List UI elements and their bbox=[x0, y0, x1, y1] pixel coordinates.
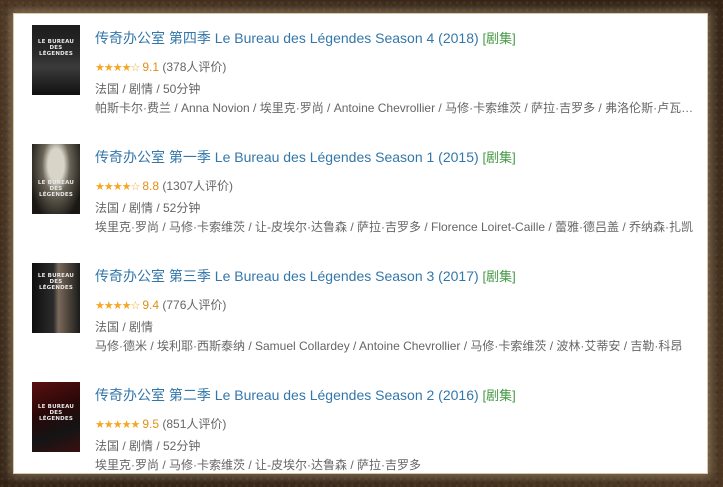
rating-row: ★★★★☆ 9.1 (378人评价) bbox=[95, 58, 226, 75]
poster-image[interactable]: LE BUREAU DES LÉGENDES bbox=[32, 382, 80, 452]
episode-link[interactable]: [剧集] bbox=[483, 150, 516, 165]
rating-score: 9.1 bbox=[142, 60, 159, 74]
list-item: LE BUREAU DES LÉGENDES 传奇办公室 第二季 Le Bure… bbox=[14, 371, 707, 473]
list-item: LE BUREAU DES LÉGENDES 传奇办公室 第一季 Le Bure… bbox=[14, 133, 707, 245]
title-link[interactable]: 传奇办公室 第三季 Le Bureau des Légendes Season … bbox=[95, 268, 479, 284]
poster-title: LE BUREAU DES LÉGENDES bbox=[37, 273, 75, 291]
search-results-panel: LE BUREAU DES LÉGENDES 传奇办公室 第四季 Le Bure… bbox=[14, 14, 707, 473]
rating-count: (851人评价) bbox=[162, 417, 227, 431]
title-link[interactable]: 传奇办公室 第四季 Le Bureau des Légendes Season … bbox=[95, 30, 479, 46]
poster-image[interactable]: LE BUREAU DES LÉGENDES bbox=[32, 144, 80, 214]
rating-score: 9.5 bbox=[142, 417, 159, 431]
cast-list: 埃里克·罗尚 / 马修·卡索维茨 / 让-皮埃尔·达鲁森 / 萨拉·吉罗多 bbox=[95, 458, 421, 472]
rating-row: ★★★★☆ 8.8 (1307人评价) bbox=[95, 177, 233, 194]
title-link[interactable]: 传奇办公室 第二季 Le Bureau des Légendes Season … bbox=[95, 387, 479, 403]
episode-link[interactable]: [剧集] bbox=[483, 269, 516, 284]
rating-count: (378人评价) bbox=[162, 60, 227, 74]
episode-link[interactable]: [剧集] bbox=[483, 388, 516, 403]
rating-row: ★★★★☆ 9.4 (776人评价) bbox=[95, 296, 226, 313]
wood-frame: LE BUREAU DES LÉGENDES 传奇办公室 第四季 Le Bure… bbox=[0, 0, 723, 487]
meta-info: 法国 / 剧情 / 52分钟 bbox=[95, 201, 201, 215]
rating-score: 8.8 bbox=[142, 179, 159, 193]
title-row: 传奇办公室 第一季 Le Bureau des Légendes Season … bbox=[95, 147, 516, 167]
cast-list: 马修·德米 / 埃利耶·西斯泰纳 / Samuel Collardey / An… bbox=[95, 339, 683, 353]
title-row: 传奇办公室 第三季 Le Bureau des Légendes Season … bbox=[95, 266, 516, 286]
rating-row: ★★★★★ 9.5 (851人评价) bbox=[95, 415, 226, 432]
poster-title: LE BUREAU DES LÉGENDES bbox=[37, 39, 75, 57]
star-rating-icon: ★★★★☆ bbox=[95, 62, 140, 74]
episode-link[interactable]: [剧集] bbox=[483, 31, 516, 46]
star-rating-icon: ★★★★☆ bbox=[95, 181, 140, 193]
poster-title: LE BUREAU DES LÉGENDES bbox=[37, 180, 75, 198]
star-rating-icon: ★★★★☆ bbox=[95, 300, 140, 312]
rating-count: (776人评价) bbox=[162, 298, 227, 312]
rating-count: (1307人评价) bbox=[162, 179, 234, 193]
rating-score: 9.4 bbox=[142, 298, 159, 312]
title-row: 传奇办公室 第四季 Le Bureau des Légendes Season … bbox=[95, 28, 516, 48]
poster-image[interactable]: LE BUREAU DES LÉGENDES bbox=[32, 263, 80, 333]
list-item: LE BUREAU DES LÉGENDES 传奇办公室 第四季 Le Bure… bbox=[14, 14, 707, 126]
title-link[interactable]: 传奇办公室 第一季 Le Bureau des Légendes Season … bbox=[95, 149, 479, 165]
title-row: 传奇办公室 第二季 Le Bureau des Légendes Season … bbox=[95, 385, 516, 405]
meta-info: 法国 / 剧情 / 50分钟 bbox=[95, 82, 201, 96]
poster-image[interactable]: LE BUREAU DES LÉGENDES bbox=[32, 25, 80, 95]
cast-list: 埃里克·罗尚 / 马修·卡索维茨 / 让-皮埃尔·达鲁森 / 萨拉·吉罗多 / … bbox=[95, 220, 694, 234]
list-item: LE BUREAU DES LÉGENDES 传奇办公室 第三季 Le Bure… bbox=[14, 252, 707, 364]
star-rating-icon: ★★★★★ bbox=[95, 419, 140, 431]
meta-info: 法国 / 剧情 bbox=[95, 320, 154, 334]
cast-list: 帕斯卡尔·费兰 / Anna Novion / 埃里克·罗尚 / Antoine… bbox=[95, 101, 701, 115]
poster-title: LE BUREAU DES LÉGENDES bbox=[37, 404, 75, 422]
meta-info: 法国 / 剧情 / 52分钟 bbox=[95, 439, 201, 453]
